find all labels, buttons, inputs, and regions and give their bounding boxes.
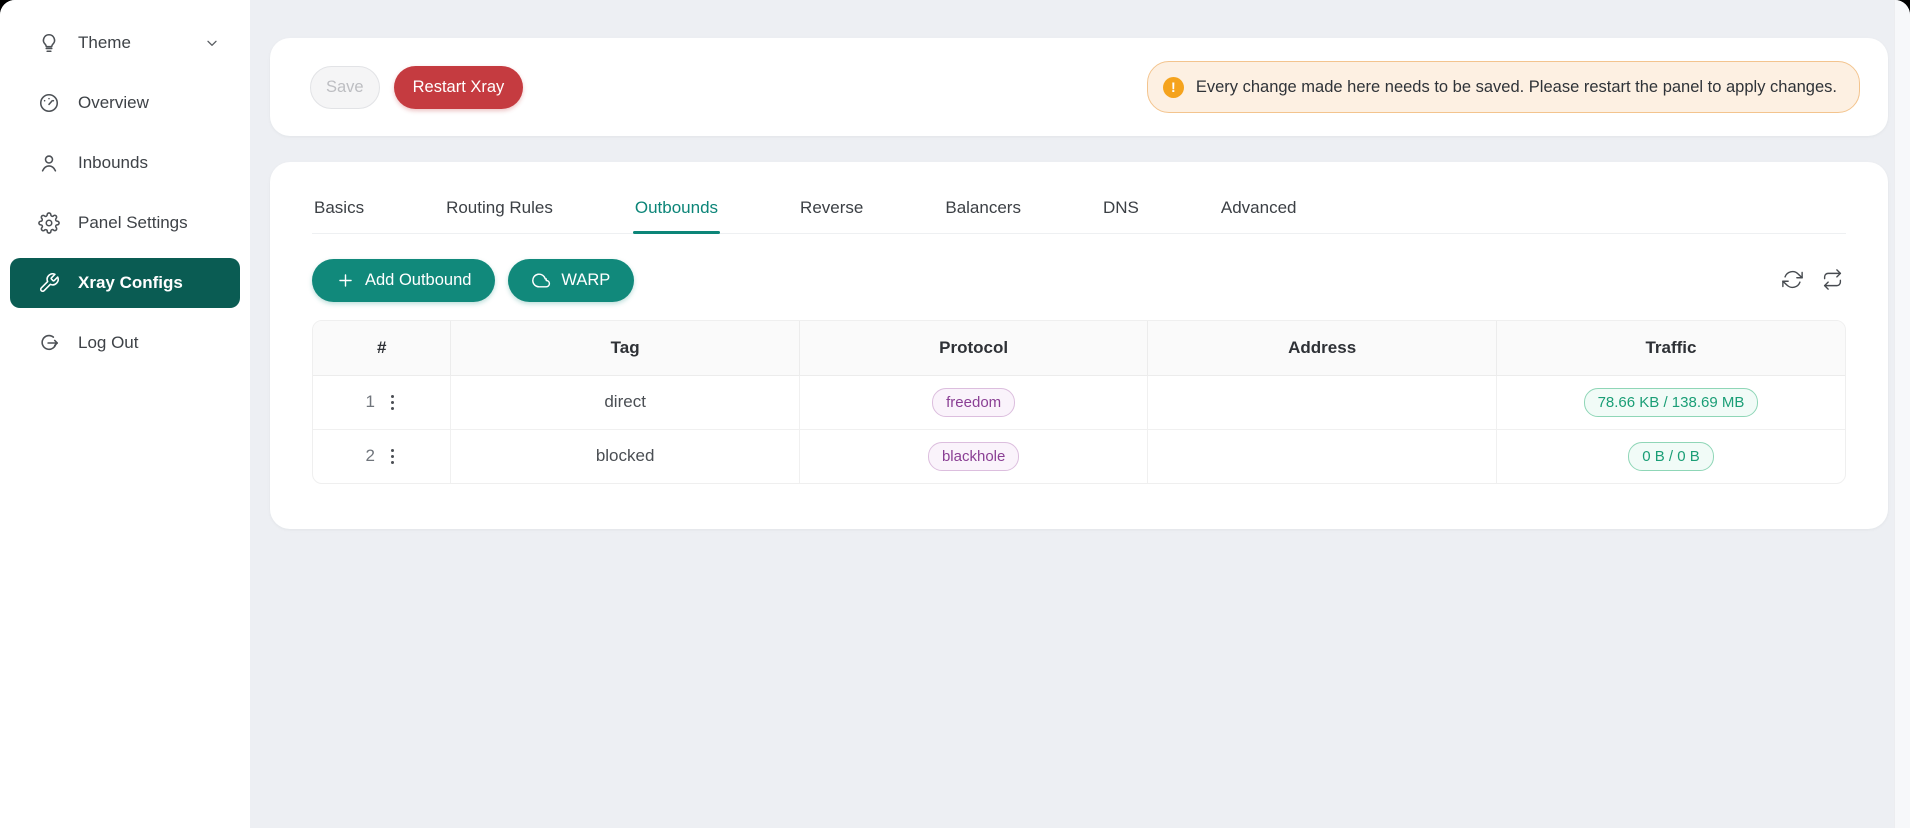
address-cell	[1148, 429, 1497, 483]
chevron-down-icon	[204, 35, 220, 51]
sidebar-item-label: Overview	[78, 93, 149, 113]
sidebar-item-inbounds[interactable]: Inbounds	[10, 138, 240, 188]
bulb-icon	[38, 32, 60, 54]
column-header-tag: Tag	[451, 321, 800, 375]
tab-reverse[interactable]: Reverse	[798, 186, 865, 233]
save-button[interactable]: Save	[310, 66, 380, 109]
sync-icon	[1782, 269, 1803, 293]
table-actions-row: Add Outbound WARP	[312, 259, 1846, 302]
sidebar-nav: Theme Overview Inbounds	[0, 18, 250, 368]
tab-advanced[interactable]: Advanced	[1219, 186, 1299, 233]
warp-label: WARP	[561, 271, 610, 290]
table-row: 1 direct freedom 78.66 KB / 138.69 MB	[313, 375, 1845, 429]
tab-dns[interactable]: DNS	[1101, 186, 1141, 233]
column-header-protocol: Protocol	[799, 321, 1148, 375]
table-row: 2 blocked blackhole 0 B / 0 B	[313, 429, 1845, 483]
row-menu-button[interactable]	[387, 392, 398, 413]
protocol-badge: freedom	[932, 388, 1015, 417]
user-icon	[38, 152, 60, 174]
add-outbound-button[interactable]: Add Outbound	[312, 259, 495, 302]
plus-icon	[336, 271, 355, 290]
logout-icon	[38, 332, 60, 354]
outbounds-table: # Tag Protocol Address Traffic 1	[312, 320, 1846, 484]
sidebar-item-label: Inbounds	[78, 153, 148, 173]
traffic-badge: 78.66 KB / 138.69 MB	[1584, 388, 1759, 417]
sidebar-item-panel-settings[interactable]: Panel Settings	[10, 198, 240, 248]
sidebar-item-label: Log Out	[78, 333, 139, 353]
main-content: Save Restart Xray Every change made here…	[250, 0, 1894, 828]
tag-cell: blocked	[451, 429, 800, 483]
scrollbar[interactable]	[1894, 0, 1910, 828]
dashboard-icon	[38, 92, 60, 114]
sidebar-item-label: Panel Settings	[78, 213, 188, 233]
address-cell	[1148, 375, 1497, 429]
column-header-traffic: Traffic	[1496, 321, 1845, 375]
tab-outbounds[interactable]: Outbounds	[633, 186, 720, 233]
wrench-icon	[38, 272, 60, 294]
row-menu-button[interactable]	[387, 446, 398, 467]
row-number: 2	[365, 446, 374, 466]
repeat-icon	[1822, 269, 1843, 293]
sidebar-item-theme[interactable]: Theme	[10, 18, 240, 68]
refresh-button[interactable]	[1779, 266, 1806, 296]
table-header-row: # Tag Protocol Address Traffic	[313, 321, 1845, 375]
warp-button[interactable]: WARP	[508, 259, 634, 302]
app-window: Theme Overview Inbounds	[0, 0, 1910, 828]
tab-routing-rules[interactable]: Routing Rules	[444, 186, 555, 233]
column-header-index: #	[313, 321, 451, 375]
tag-cell: direct	[451, 375, 800, 429]
alert-text: Every change made here needs to be saved…	[1196, 78, 1837, 97]
warning-icon	[1163, 77, 1184, 98]
gear-icon	[38, 212, 60, 234]
tab-basics[interactable]: Basics	[312, 186, 366, 233]
swap-button[interactable]	[1819, 266, 1846, 296]
sidebar-item-label: Theme	[78, 33, 131, 53]
sidebar: Theme Overview Inbounds	[0, 0, 250, 828]
toolbar-card: Save Restart Xray Every change made here…	[270, 38, 1888, 136]
protocol-badge: blackhole	[928, 442, 1019, 471]
restart-xray-button[interactable]: Restart Xray	[394, 66, 524, 109]
sidebar-item-xray-configs[interactable]: Xray Configs	[10, 258, 240, 308]
cloud-icon	[532, 271, 551, 290]
sidebar-item-label: Xray Configs	[78, 273, 183, 293]
traffic-badge: 0 B / 0 B	[1628, 442, 1714, 471]
warning-alert: Every change made here needs to be saved…	[1147, 61, 1860, 113]
tab-bar: Basics Routing Rules Outbounds Reverse B…	[312, 186, 1846, 234]
tab-balancers[interactable]: Balancers	[943, 186, 1023, 233]
xray-configs-card: Basics Routing Rules Outbounds Reverse B…	[270, 162, 1888, 529]
add-outbound-label: Add Outbound	[365, 271, 471, 290]
column-header-address: Address	[1148, 321, 1497, 375]
sidebar-item-overview[interactable]: Overview	[10, 78, 240, 128]
sidebar-item-log-out[interactable]: Log Out	[10, 318, 240, 368]
row-number: 1	[365, 392, 374, 412]
